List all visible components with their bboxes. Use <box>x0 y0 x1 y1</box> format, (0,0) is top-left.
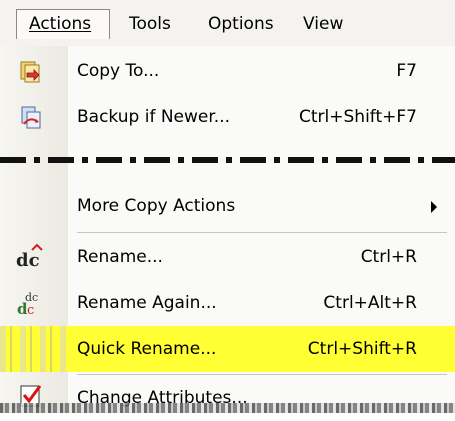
copy-to-icon <box>20 61 40 83</box>
menu-item-quick-rename[interactable]: Quick Rename... Ctrl+Shift+R <box>0 326 455 372</box>
menu-item-more-copy-actions[interactable]: More Copy Actions <box>0 183 455 229</box>
menu-item-change-attributes[interactable]: Change Attributes... <box>0 375 455 421</box>
backup-shortcut: Ctrl+Shift+F7 <box>299 107 417 127</box>
menu-item-backup-if-newer[interactable]: Backup if Newer... Ctrl+Shift+F7 <box>0 94 455 140</box>
menu-tools-label: Tools <box>129 14 171 34</box>
menu-separator <box>77 232 447 233</box>
menu-view[interactable]: View <box>303 11 343 37</box>
backup-icon <box>21 106 41 129</box>
svg-text:dc: dc <box>16 250 40 271</box>
quick-rename-shortcut: Ctrl+Shift+R <box>307 339 417 359</box>
copy-to-label: Copy To... <box>77 61 160 81</box>
menu-bar: Actions Tools Options View <box>0 0 455 46</box>
menu-options[interactable]: Options <box>208 11 274 37</box>
menu-item-copy-to[interactable]: Copy To... F7 <box>0 48 455 94</box>
menu-actions[interactable]: Actions <box>16 9 110 39</box>
menu-view-label: View <box>303 14 344 34</box>
rename-again-icon: dc d c <box>17 291 38 318</box>
menu-item-rename-again[interactable]: dc d c Rename Again... Ctrl+Alt+R <box>0 280 455 326</box>
quick-rename-label: Quick Rename... <box>77 339 217 359</box>
rename-again-label: Rename Again... <box>77 293 217 313</box>
menu-item-rename[interactable]: dc Rename... Ctrl+R <box>0 234 455 280</box>
menu-actions-label: Actions <box>29 14 92 34</box>
backup-label: Backup if Newer... <box>77 107 231 127</box>
quick-rename-gutter <box>0 326 68 372</box>
more-copy-actions-label: More Copy Actions <box>77 196 236 216</box>
menu-tools[interactable]: Tools <box>129 11 171 37</box>
svg-text:c: c <box>27 303 34 318</box>
menu-options-label: Options <box>208 14 274 34</box>
menu-separator-dashed <box>0 157 455 163</box>
rename-icon: dc <box>16 243 43 271</box>
actions-dropdown-menu: Copy To... F7 Backup if Newer... Ctrl+Sh… <box>0 46 455 413</box>
rename-label: Rename... <box>77 247 163 267</box>
rename-again-shortcut: Ctrl+Alt+R <box>323 293 417 313</box>
rename-shortcut: Ctrl+R <box>360 247 417 267</box>
cropped-edge <box>0 403 455 413</box>
copy-to-shortcut: F7 <box>396 61 417 81</box>
submenu-arrow-icon <box>431 201 437 213</box>
